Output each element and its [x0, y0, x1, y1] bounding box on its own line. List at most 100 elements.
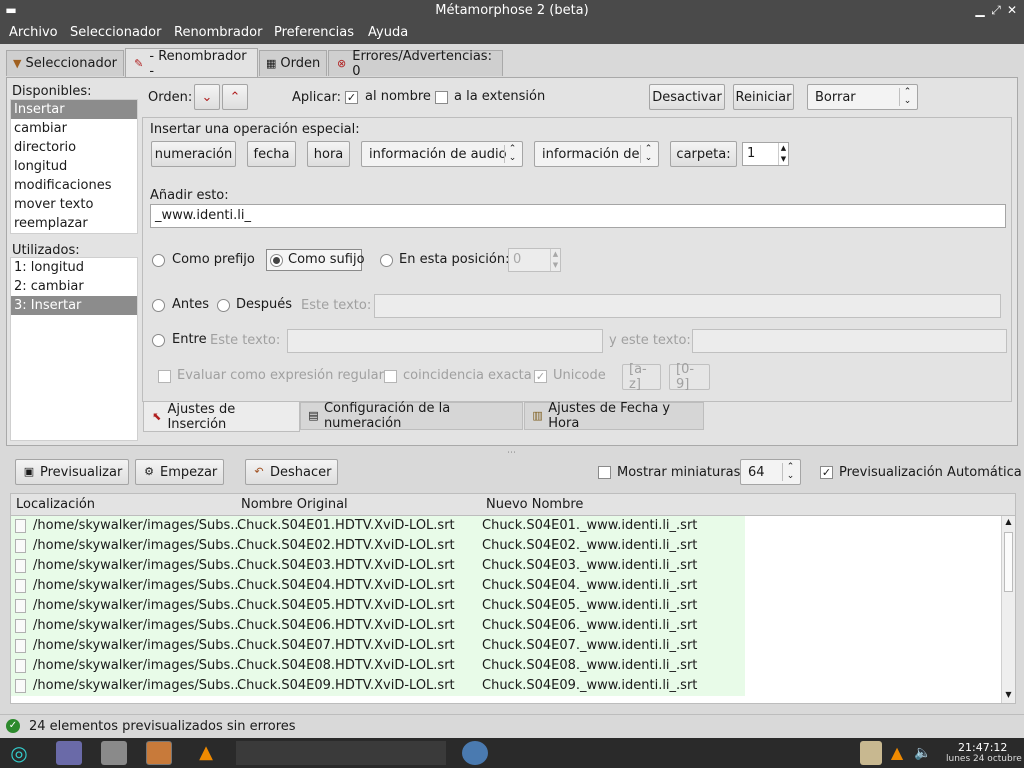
auto-preview-checkbox[interactable]: ✓ — [820, 466, 833, 479]
spinner-arrows-icon[interactable]: ▲ ▼ — [550, 249, 560, 271]
exact-checkbox[interactable] — [384, 370, 397, 383]
window-menu-icon[interactable]: ▬ — [3, 2, 19, 18]
folder-spinner[interactable]: 1 ▲ ▼ — [742, 142, 789, 166]
browser-window-icon[interactable] — [462, 741, 488, 765]
thumbnails-checkbox[interactable] — [598, 466, 611, 479]
debian-menu-icon[interactable]: ◎ — [6, 741, 32, 765]
list-item[interactable]: cambiar — [11, 119, 137, 138]
folder-button[interactable]: carpeta: — [670, 141, 737, 167]
delete-select[interactable]: Borrar ⌃ ⌄ — [807, 84, 918, 110]
date-button[interactable]: fecha — [247, 141, 296, 167]
close-button[interactable]: ✕ — [1004, 2, 1020, 18]
clock-time[interactable]: 21:47:12 — [958, 741, 1007, 754]
table-row[interactable]: /home/skywalker/images/Subs... Chuck.S04E… — [11, 556, 1001, 576]
volume-icon[interactable]: 🔈 — [912, 741, 934, 765]
apply-name-checkbox[interactable]: ✓ — [345, 91, 358, 104]
list-item[interactable]: Insertar — [11, 100, 137, 119]
subtab-numbering-config[interactable]: ▤ Configuración de la numeración — [300, 401, 523, 431]
clipboard-icon[interactable] — [860, 741, 882, 765]
splitter-handle[interactable]: ⋯ — [507, 448, 516, 458]
clock-date[interactable]: lunes 24 octubre — [946, 754, 1022, 764]
unicode-checkbox[interactable]: ✓ — [534, 370, 547, 383]
file-icon — [15, 659, 26, 673]
move-down-button[interactable]: ⌄ — [194, 84, 220, 110]
metamorphose-launcher-icon[interactable] — [146, 741, 172, 765]
tab-renombrador[interactable]: ✎ - Renombrador - — [125, 48, 258, 79]
menu-seleccionador[interactable]: Seleccionador — [70, 25, 161, 40]
position-spinner[interactable]: 0 ▲ ▼ — [508, 248, 561, 272]
tab-seleccionador[interactable]: ▼ Seleccionador — [6, 50, 124, 76]
preview-button[interactable]: ▣ Previsualizar — [15, 459, 130, 485]
menu-ayuda[interactable]: Ayuda — [368, 25, 408, 40]
column-header-original-name[interactable]: Nombre Original — [241, 497, 348, 512]
undo-button[interactable]: ↶ Deshacer — [245, 459, 339, 485]
table-row[interactable]: /home/skywalker/images/Subs... Chuck.S04E… — [11, 596, 1001, 616]
scroll-up-icon[interactable]: ▲ — [1003, 517, 1014, 529]
list-item[interactable]: mover texto — [11, 195, 137, 214]
status-bar: ✓ 24 elementos previsualizados sin error… — [0, 714, 1024, 738]
table-row[interactable]: /home/skywalker/images/Subs... Chuck.S04E… — [11, 576, 1001, 596]
start-button[interactable]: ⚙ Empezar — [135, 459, 225, 485]
deactivate-button[interactable]: Desactivar — [649, 84, 725, 110]
tab-errores[interactable]: ⊗ Errores/Advertencias: 0 — [328, 49, 503, 79]
used-list: 1: longitud 2: cambiar 3: Insertar — [10, 257, 138, 441]
menu-archivo[interactable]: Archivo — [9, 25, 58, 40]
add-text-input[interactable]: _www.identi.li_ — [150, 204, 1006, 228]
funnel-icon: ▼ — [13, 56, 22, 70]
table-row[interactable]: /home/skywalker/images/Subs... Chuck.S04E… — [11, 536, 1001, 556]
file-icon — [15, 679, 26, 693]
audio-info-select[interactable]: información de audio ⌃ ⌄ — [361, 141, 523, 167]
before-after-text-input[interactable] — [374, 294, 1001, 318]
column-header-new-name[interactable]: Nuevo Nombre — [486, 497, 583, 512]
vlc-launcher-icon[interactable]: ▲ — [193, 741, 219, 765]
prefix-radio[interactable] — [152, 254, 165, 267]
list-item[interactable]: directorio — [11, 138, 137, 157]
between-text-input[interactable] — [287, 329, 603, 353]
digits-button[interactable]: [0-9] — [669, 362, 710, 392]
list-item[interactable]: 1: longitud — [11, 258, 137, 277]
minimize-button[interactable]: ▁ — [972, 2, 988, 18]
info-value: información de — [542, 146, 640, 162]
time-button[interactable]: hora — [307, 141, 350, 167]
move-up-button[interactable]: ⌃ — [222, 84, 248, 110]
list-item[interactable]: 2: cambiar — [11, 277, 137, 296]
regex-checkbox[interactable] — [158, 370, 171, 383]
suffix-radio[interactable] — [270, 254, 283, 267]
browser-launcher-icon[interactable] — [56, 741, 82, 765]
folder-launcher-icon[interactable] — [101, 741, 127, 765]
between-radio[interactable] — [152, 334, 165, 347]
subtab-label: Ajustes de Fecha y Hora — [548, 401, 671, 431]
scroll-down-icon[interactable]: ▼ — [1003, 690, 1014, 702]
subtab-date-time[interactable]: ▥ Ajustes de Fecha y Hora — [524, 401, 704, 431]
az-button[interactable]: [a-z] — [622, 362, 661, 392]
position-radio[interactable] — [380, 254, 393, 267]
thumb-size-select[interactable]: 64 ⌃ ⌄ — [740, 459, 801, 485]
maximize-button[interactable]: ⤢ — [988, 2, 1004, 18]
menu-renombrador[interactable]: Renombrador — [174, 25, 262, 40]
table-row[interactable]: /home/skywalker/images/Subs... Chuck.S04E… — [11, 516, 1001, 536]
list-item[interactable]: 3: Insertar — [11, 296, 137, 315]
scrollbar-thumb[interactable] — [1004, 532, 1013, 592]
apply-extension-checkbox[interactable] — [435, 91, 448, 104]
cell-new: Chuck.S04E05._www.identi.li_.srt — [482, 598, 698, 613]
numbering-button[interactable]: numeración — [151, 141, 236, 167]
table-row[interactable]: /home/skywalker/images/Subs... Chuck.S04E… — [11, 616, 1001, 636]
between-and-text-input[interactable] — [692, 329, 1007, 353]
before-radio[interactable] — [152, 299, 165, 312]
after-radio[interactable] — [217, 299, 230, 312]
reset-button[interactable]: Reiniciar — [733, 84, 794, 110]
tab-orden[interactable]: ▦ Orden — [259, 50, 327, 76]
spinner-arrows-icon[interactable]: ▲ ▼ — [778, 143, 788, 165]
list-item[interactable]: reemplazar — [11, 214, 137, 233]
list-item[interactable]: longitud — [11, 157, 137, 176]
table-row[interactable]: /home/skywalker/images/Subs... Chuck.S04E… — [11, 656, 1001, 676]
table-row[interactable]: /home/skywalker/images/Subs... Chuck.S04E… — [11, 636, 1001, 656]
menu-preferencias[interactable]: Preferencias — [274, 25, 354, 40]
list-item[interactable]: modificaciones — [11, 176, 137, 195]
table-row[interactable]: /home/skywalker/images/Subs... Chuck.S04E… — [11, 676, 1001, 696]
info-select[interactable]: información de ⌃ ⌄ — [534, 141, 659, 167]
column-header-location[interactable]: Localización — [16, 497, 95, 512]
subtab-insertion-settings[interactable]: ⬉ Ajustes de Inserción — [143, 402, 300, 432]
vlc-tray-icon[interactable]: ▲ — [886, 741, 908, 765]
table-scrollbar[interactable]: ▲ ▼ — [1001, 516, 1015, 703]
